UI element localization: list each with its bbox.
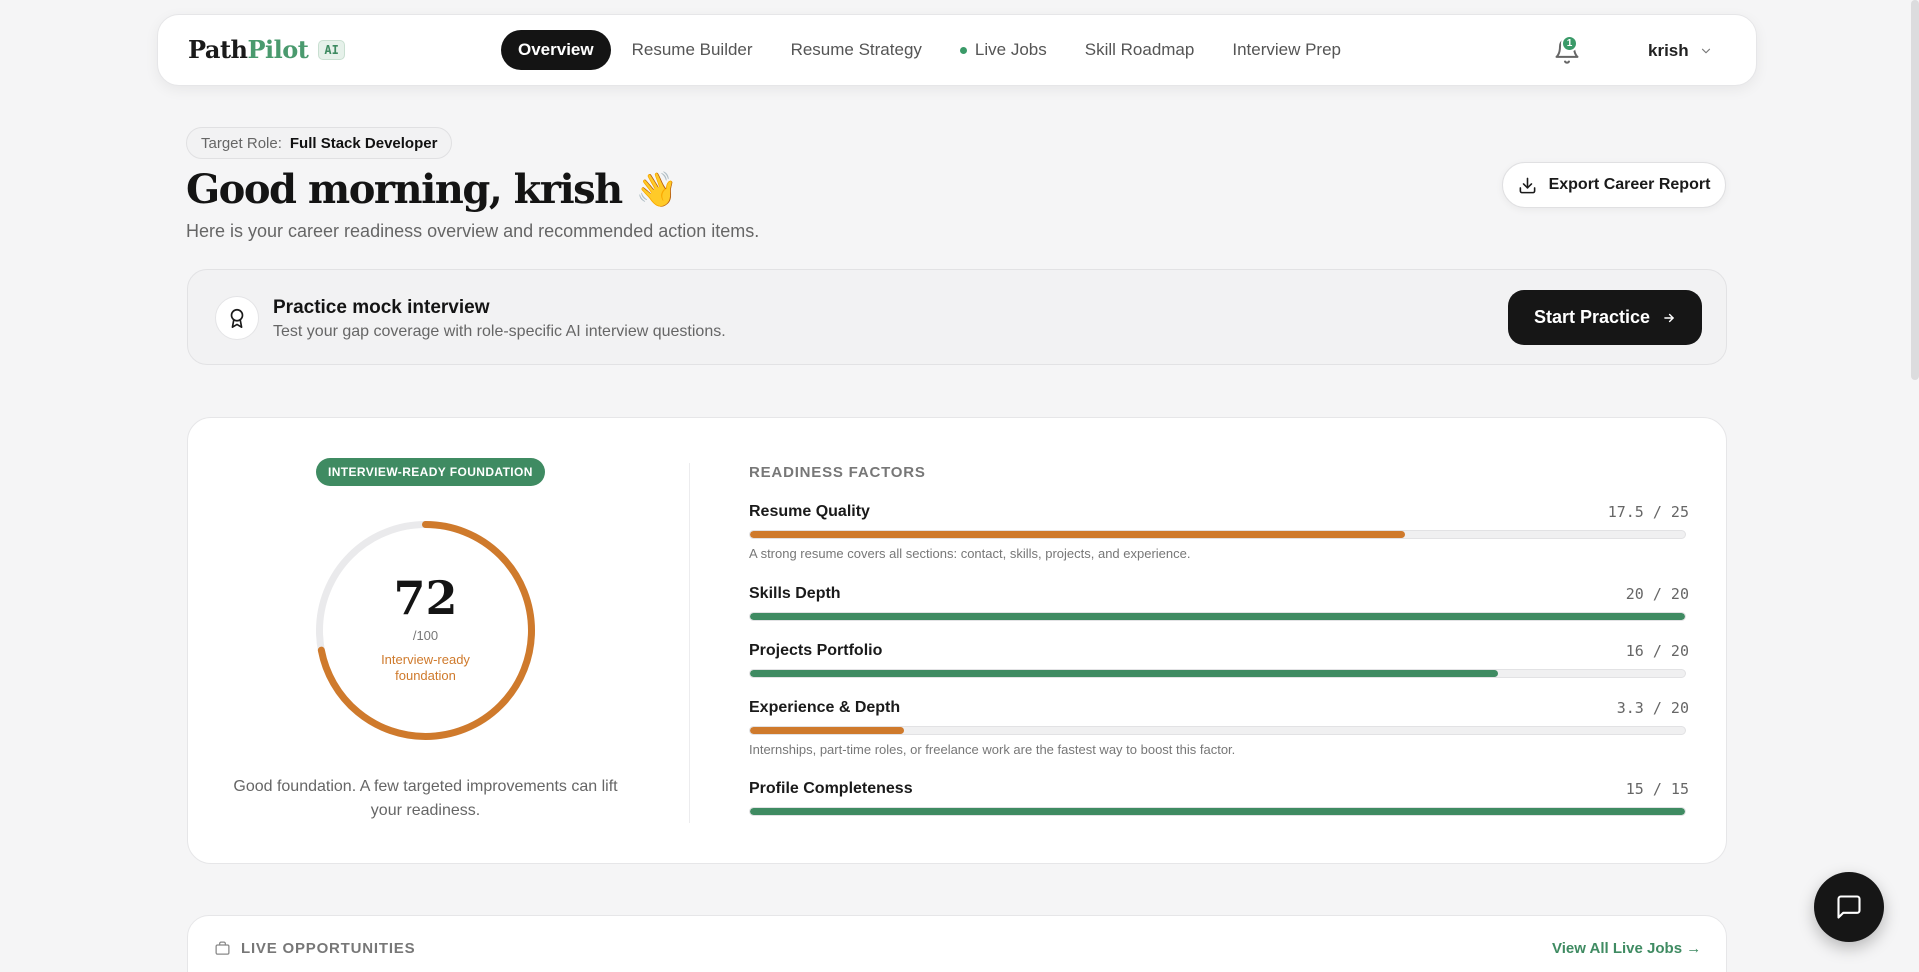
greeting-text: Good morning, krish xyxy=(186,166,623,213)
factor-progress-bar xyxy=(749,807,1686,816)
readiness-score-label: Interview-ready foundation xyxy=(381,652,470,683)
tab-overview[interactable]: Overview xyxy=(501,30,611,70)
brand-logo[interactable]: PathPilot AI xyxy=(188,35,345,64)
page-title: Good morning, krish 👋 xyxy=(186,166,678,213)
user-name: krish xyxy=(1648,41,1689,60)
factor-progress-bar xyxy=(749,669,1686,678)
live-opportunities-heading: LIVE OPPORTUNITIES xyxy=(214,940,415,957)
factor-profile-completeness: Profile Completeness 15 / 15 xyxy=(749,780,1689,816)
brand-name-pilot: Pilot xyxy=(247,35,309,64)
top-navbar: PathPilot AI Overview Resume Builder Res… xyxy=(157,14,1757,86)
card-divider xyxy=(689,463,690,823)
page-scrollbar[interactable] xyxy=(1911,0,1919,380)
factor-progress-bar xyxy=(749,726,1686,735)
award-ribbon-icon xyxy=(215,296,259,340)
chat-button[interactable] xyxy=(1814,872,1884,942)
readiness-score-max: /100 xyxy=(412,628,439,643)
page-subtitle: Here is your career readiness overview a… xyxy=(186,221,760,241)
factor-progress-bar xyxy=(749,612,1686,621)
live-indicator-dot xyxy=(959,46,967,54)
factor-skills-depth: Skills Depth 20 / 20 xyxy=(749,585,1689,621)
readiness-summary-note: Good foundation. A few targeted improvem… xyxy=(233,778,618,819)
export-career-report-button[interactable]: Export Career Report xyxy=(1502,162,1726,208)
factor-progress-fill xyxy=(750,670,1498,677)
nav-tabs: Overview Resume Builder Resume Strategy … xyxy=(501,30,1358,70)
factor-progress-bar xyxy=(749,530,1686,539)
factor-hint: A strong resume covers all sections: con… xyxy=(749,546,1191,561)
factor-progress-fill xyxy=(750,808,1685,815)
brand-ai-badge: AI xyxy=(318,39,345,60)
factor-hint: Internships, part-time roles, or freelan… xyxy=(749,742,1236,757)
user-menu[interactable]: krish xyxy=(1648,41,1713,61)
factor-resume-quality: Resume Quality 17.5 / 25 A strong resume … xyxy=(749,503,1689,561)
tab-live-jobs[interactable]: Live Jobs xyxy=(943,30,1064,70)
tab-resume-builder[interactable]: Resume Builder xyxy=(615,30,770,70)
factor-projects-portfolio: Projects Portfolio 16 / 20 xyxy=(749,642,1689,678)
factor-progress-fill xyxy=(750,727,905,734)
chat-icon xyxy=(1837,895,1861,919)
tab-interview-prep[interactable]: Interview Prep xyxy=(1215,30,1358,70)
readiness-score-value: 72 xyxy=(393,571,458,625)
practice-title: Practice mock interview xyxy=(273,297,490,318)
view-all-live-jobs-link[interactable]: View All Live Jobs → xyxy=(1552,940,1701,957)
readiness-factors-heading: READINESS FACTORS xyxy=(749,464,926,481)
readiness-status-badge: INTERVIEW-READY FOUNDATION xyxy=(316,458,545,486)
start-practice-button[interactable]: Start Practice xyxy=(1508,290,1702,345)
tab-skill-roadmap[interactable]: Skill Roadmap xyxy=(1068,30,1212,70)
factor-progress-fill xyxy=(750,531,1405,538)
practice-interview-banner: Practice mock interview Test your gap co… xyxy=(187,269,1727,365)
factor-progress-fill xyxy=(750,613,1685,620)
practice-description: Test your gap coverage with role-specifi… xyxy=(273,323,726,340)
tab-resume-strategy[interactable]: Resume Strategy xyxy=(774,30,939,70)
chevron-down-icon xyxy=(1701,48,1710,54)
target-role-value: Full Stack Developer xyxy=(289,134,438,152)
factor-experience-depth: Experience & Depth 3.3 / 20 Internships, … xyxy=(749,699,1689,757)
download-icon xyxy=(1519,177,1535,193)
wave-icon: 👋 xyxy=(635,169,678,210)
arrow-right-icon xyxy=(1664,313,1674,322)
brand-name-path: Path xyxy=(188,35,248,64)
target-role-label: Target Role: xyxy=(201,134,282,152)
notification-count-badge: 1 xyxy=(1561,35,1578,52)
live-opportunities-section: LIVE OPPORTUNITIES View All Live Jobs → xyxy=(187,915,1727,972)
readiness-card: INTERVIEW-READY FOUNDATION 72 /100 Inter… xyxy=(187,417,1727,864)
target-role-pill: Target Role: Full Stack Developer xyxy=(186,127,453,159)
briefcase-icon xyxy=(215,941,230,955)
